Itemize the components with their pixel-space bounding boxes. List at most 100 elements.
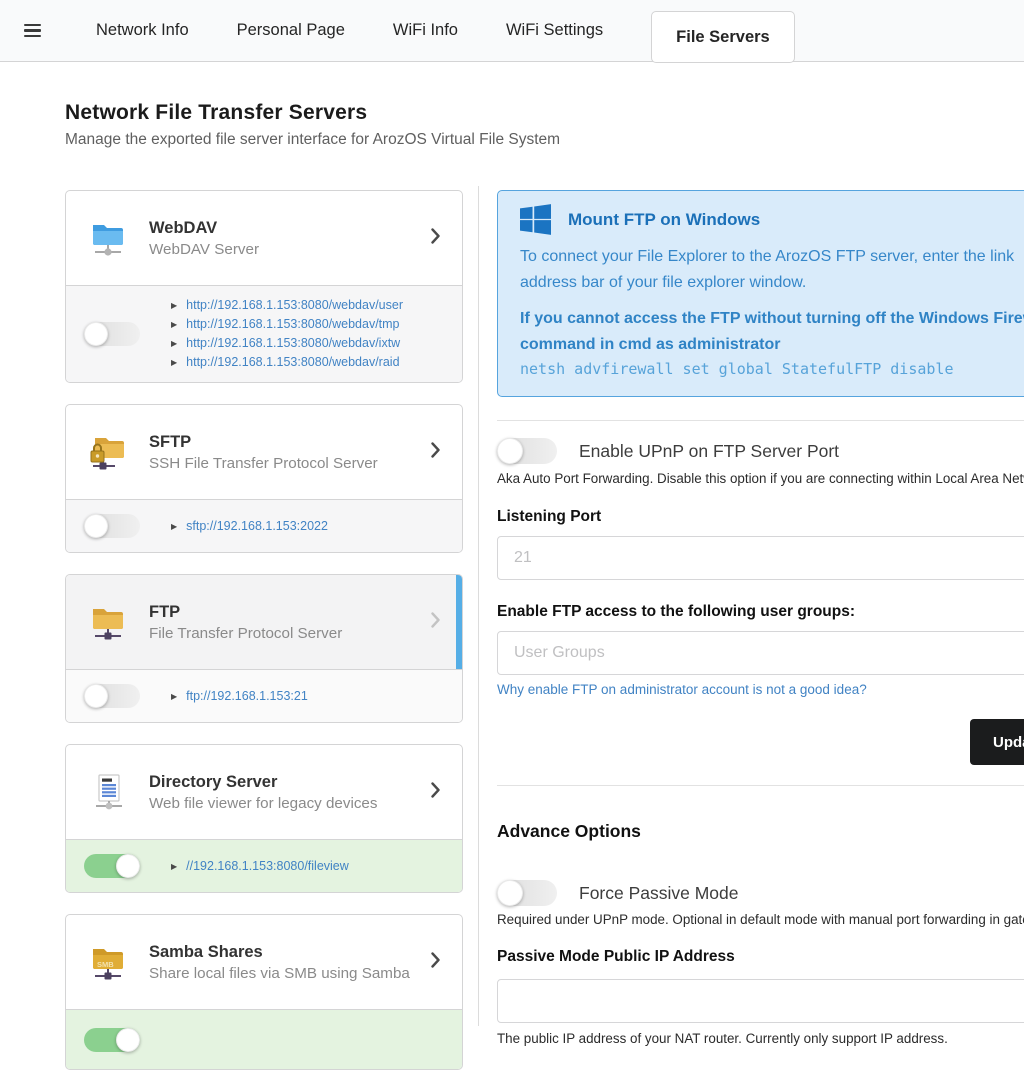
directory-links: ▶ //192.168.1.153:8080/fileview (171, 857, 349, 876)
samba-card-footer (66, 1009, 462, 1069)
force-passive-label: Force Passive Mode (579, 883, 739, 904)
public-ip-label: Passive Mode Public IP Address (497, 948, 1024, 966)
triangle-bullet-icon: ▶ (171, 315, 177, 334)
server-card-ftp: FTP File Transfer Protocol Server ▶ ftp:/… (65, 574, 463, 723)
update-button-row: Update (497, 719, 1024, 765)
upnp-note: Aka Auto Port Forwarding. Disable this o… (497, 471, 1024, 486)
webdav-card-head[interactable]: WebDAV WebDAV Server (66, 191, 462, 285)
triangle-bullet-icon: ▶ (171, 517, 177, 536)
ftp-settings-panel: Mount FTP on Windows To connect your Fil… (497, 190, 1024, 1046)
samba-card-head[interactable]: SMB Samba Shares Share local files via S… (66, 915, 462, 1009)
tab-network-info[interactable]: Network Info (72, 0, 213, 62)
webdav-card-footer: ▶ http://192.168.1.153:8080/webdav/user ▶… (66, 285, 462, 382)
ftp-folder-network-icon (89, 602, 127, 642)
server-card-webdav: WebDAV WebDAV Server ▶ http://192.168.1.1… (65, 190, 463, 383)
triangle-bullet-icon: ▶ (171, 687, 177, 706)
webdav-url-link[interactable]: http://192.168.1.153:8080/webdav/ixtw (186, 334, 400, 353)
webdav-folder-network-icon (89, 218, 127, 258)
listening-port-label: Listening Port (497, 508, 1024, 526)
directory-url-link[interactable]: //192.168.1.153:8080/fileview (186, 857, 349, 876)
passive-mode-toggle-row: Force Passive Mode (497, 880, 1024, 906)
info-text-line: To connect your File Explorer to the Aro… (520, 244, 1024, 270)
server-desc: WebDAV Server (149, 241, 425, 258)
chevron-right-icon (431, 442, 440, 463)
samba-smb-folder-icon: SMB (89, 942, 127, 982)
chevron-right-icon (431, 228, 440, 249)
webdav-enable-toggle[interactable] (84, 322, 140, 346)
info-text-line: address bar of your file explorer window… (520, 270, 1024, 296)
sftp-enable-toggle[interactable] (84, 514, 140, 538)
directory-enable-toggle[interactable] (84, 854, 140, 878)
page-header: Network File Transfer Servers Manage the… (65, 101, 560, 149)
column-divider (478, 186, 479, 1026)
passive-mode-note: Required under UPnP mode. Optional in de… (497, 912, 1024, 927)
advance-options-heading: Advance Options (497, 821, 1024, 842)
hamburger-menu-icon[interactable] (24, 24, 41, 38)
ftp-card-head[interactable]: FTP File Transfer Protocol Server (66, 575, 462, 669)
webdav-links: ▶ http://192.168.1.153:8080/webdav/user ▶… (171, 296, 403, 372)
triangle-bullet-icon: ▶ (171, 296, 177, 315)
update-button[interactable]: Update (970, 719, 1024, 765)
user-groups-label: Enable FTP access to the following user … (497, 603, 1024, 621)
upnp-toggle-label: Enable UPnP on FTP Server Port (579, 441, 839, 462)
info-box-paragraph-2: If you cannot access the FTP without tur… (520, 306, 1024, 358)
triangle-bullet-icon: ▶ (171, 857, 177, 876)
directory-card-head[interactable]: Directory Server Web file viewer for leg… (66, 745, 462, 839)
upnp-toggle[interactable] (497, 438, 557, 464)
sftp-card-footer: ▶ sftp://192.168.1.153:2022 (66, 499, 462, 552)
force-passive-toggle[interactable] (497, 880, 557, 906)
top-nav: Network Info Personal Page WiFi Info WiF… (0, 0, 1024, 62)
mount-ftp-info-box: Mount FTP on Windows To connect your Fil… (497, 190, 1024, 397)
info-text-line: command in cmd as administrator (520, 332, 1024, 358)
server-card-directory: Directory Server Web file viewer for leg… (65, 744, 463, 893)
triangle-bullet-icon: ▶ (171, 334, 177, 353)
page-subtitle: Manage the exported file server interfac… (65, 131, 560, 149)
samba-enable-toggle[interactable] (84, 1028, 140, 1052)
ftp-enable-toggle[interactable] (84, 684, 140, 708)
listening-port-input[interactable] (497, 536, 1024, 580)
webdav-url-link[interactable]: http://192.168.1.153:8080/webdav/raid (186, 353, 399, 372)
server-card-sftp: SFTP SSH File Transfer Protocol Server ▶… (65, 404, 463, 553)
chevron-right-icon (431, 952, 440, 973)
sftp-url-link[interactable]: sftp://192.168.1.153:2022 (186, 517, 328, 536)
tab-file-servers[interactable]: File Servers (651, 11, 795, 63)
upnp-toggle-row: Enable UPnP on FTP Server Port (497, 438, 1024, 464)
public-ip-input[interactable] (497, 979, 1024, 1023)
sftp-card-head[interactable]: SFTP SSH File Transfer Protocol Server (66, 405, 462, 499)
server-desc: Share local files via SMB using Samba (149, 965, 425, 982)
server-list: WebDAV WebDAV Server ▶ http://192.168.1.1… (65, 190, 463, 1091)
netsh-command-text: netsh advfirewall set global StatefulFTP… (520, 360, 1024, 378)
ftp-admin-warning-link[interactable]: Why enable FTP on administrator account … (497, 682, 867, 697)
svg-text:SMB: SMB (97, 960, 114, 969)
public-ip-note: The public IP address of your NAT router… (497, 1031, 1024, 1046)
tab-personal-page[interactable]: Personal Page (213, 0, 369, 62)
server-name: WebDAV (149, 219, 425, 238)
sftp-folder-lock-icon (89, 432, 127, 472)
section-divider (497, 785, 1024, 786)
server-desc: File Transfer Protocol Server (149, 625, 425, 642)
server-desc: SSH File Transfer Protocol Server (149, 455, 425, 472)
server-name: Samba Shares (149, 943, 425, 962)
webdav-url-link[interactable]: http://192.168.1.153:8080/webdav/user (186, 296, 403, 315)
server-card-samba: SMB Samba Shares Share local files via S… (65, 914, 463, 1070)
info-text-line: If you cannot access the FTP without tur… (520, 306, 1024, 332)
server-name: FTP (149, 603, 425, 622)
sftp-links: ▶ sftp://192.168.1.153:2022 (171, 517, 328, 536)
ftp-url-link[interactable]: ftp://192.168.1.153:21 (186, 687, 308, 706)
windows-logo-icon (520, 204, 551, 235)
user-groups-input[interactable] (497, 631, 1024, 675)
chevron-right-icon (431, 612, 440, 633)
tab-wifi-info[interactable]: WiFi Info (369, 0, 482, 62)
info-box-paragraph-1: To connect your File Explorer to the Aro… (520, 244, 1024, 296)
directory-card-footer: ▶ //192.168.1.153:8080/fileview (66, 839, 462, 892)
ftp-links: ▶ ftp://192.168.1.153:21 (171, 687, 308, 706)
tab-wifi-settings[interactable]: WiFi Settings (482, 0, 627, 62)
info-box-title: Mount FTP on Windows (568, 210, 760, 230)
triangle-bullet-icon: ▶ (171, 353, 177, 372)
section-divider (497, 420, 1024, 421)
page-title: Network File Transfer Servers (65, 101, 560, 125)
directory-server-icon (89, 772, 127, 812)
server-desc: Web file viewer for legacy devices (149, 795, 425, 812)
webdav-url-link[interactable]: http://192.168.1.153:8080/webdav/tmp (186, 315, 399, 334)
server-name: SFTP (149, 433, 425, 452)
